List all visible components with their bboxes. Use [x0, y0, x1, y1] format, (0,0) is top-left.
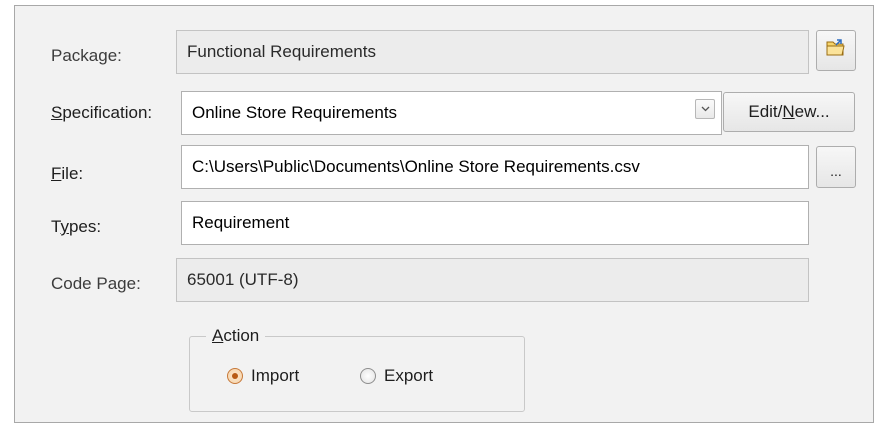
file-path-value: C:\Users\Public\Documents\Online Store R…: [192, 157, 640, 176]
export-radio[interactable]: [360, 368, 376, 384]
package-field: Functional Requirements: [176, 30, 809, 74]
code-page-value: 65001 (UTF-8): [187, 270, 299, 289]
types-value: Requirement: [192, 213, 290, 232]
file-label-text: ile:: [61, 164, 84, 183]
import-radio-label: Import: [251, 366, 300, 385]
file-browse-button-label: ...: [830, 163, 842, 179]
folder-open-icon: [825, 38, 847, 63]
edit-new-button[interactable]: Edit/New...: [723, 92, 855, 132]
code-page-field: 65001 (UTF-8): [176, 258, 809, 302]
package-label: Package:: [51, 46, 122, 65]
file-browse-button[interactable]: ...: [816, 146, 856, 188]
specification-label-accel: S: [51, 103, 63, 122]
specification-dropdown-button[interactable]: [695, 99, 715, 119]
package-value: Functional Requirements: [187, 42, 376, 61]
import-export-dialog: Package: Functional Requirements Specifi…: [14, 5, 874, 423]
types-input[interactable]: Requirement: [181, 201, 809, 245]
package-browse-button[interactable]: [816, 30, 856, 71]
file-label-accel: F: [51, 164, 62, 183]
import-radio[interactable]: [227, 368, 243, 384]
export-radio-label: Export: [384, 366, 434, 385]
types-label: Types:: [51, 217, 102, 236]
action-legend: Action: [212, 326, 260, 345]
specification-label: Specification:: [51, 102, 152, 124]
chevron-down-icon: [701, 106, 710, 112]
file-path-input[interactable]: C:\Users\Public\Documents\Online Store R…: [181, 145, 809, 189]
code-page-label: Code Page:: [51, 274, 141, 293]
file-label: File:: [51, 163, 83, 185]
specification-value: Online Store Requirements: [192, 103, 398, 122]
specification-combo[interactable]: Online Store Requirements: [181, 91, 722, 135]
specification-label-text: pecification:: [62, 103, 153, 122]
export-radio-option[interactable]: Export: [360, 366, 433, 386]
edit-new-button-label: Edit/New...: [748, 102, 830, 121]
import-radio-option[interactable]: Import: [227, 366, 299, 386]
